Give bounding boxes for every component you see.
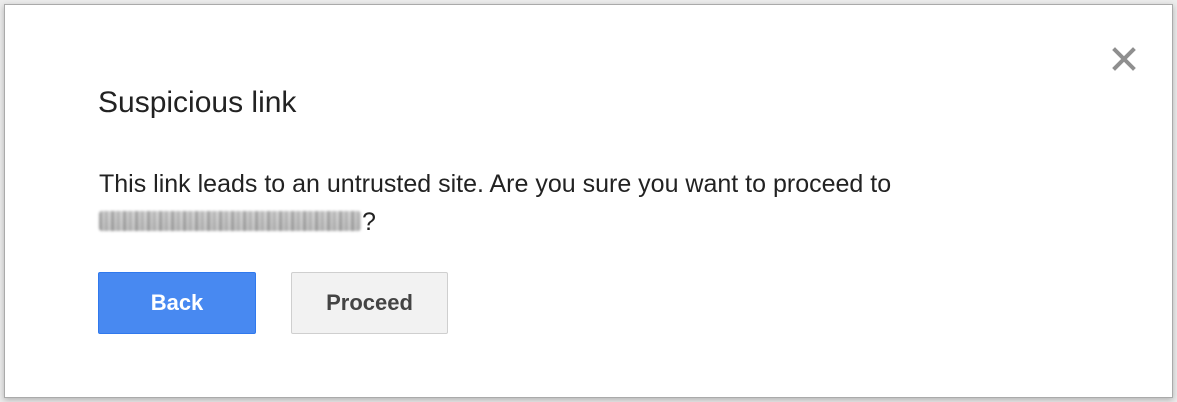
message-suffix: ? xyxy=(362,208,376,236)
proceed-button[interactable]: Proceed xyxy=(291,272,448,334)
close-button[interactable] xyxy=(1109,44,1139,74)
back-button[interactable]: Back xyxy=(98,272,256,334)
close-icon xyxy=(1112,47,1136,71)
dialog-message: This link leads to an untrusted site. Ar… xyxy=(99,165,1059,241)
redacted-url xyxy=(99,211,361,232)
message-text: This link leads to an untrusted site. Ar… xyxy=(99,170,892,198)
dialog-title: Suspicious link xyxy=(98,86,297,119)
suspicious-link-dialog: Suspicious link This link leads to an un… xyxy=(4,4,1173,398)
